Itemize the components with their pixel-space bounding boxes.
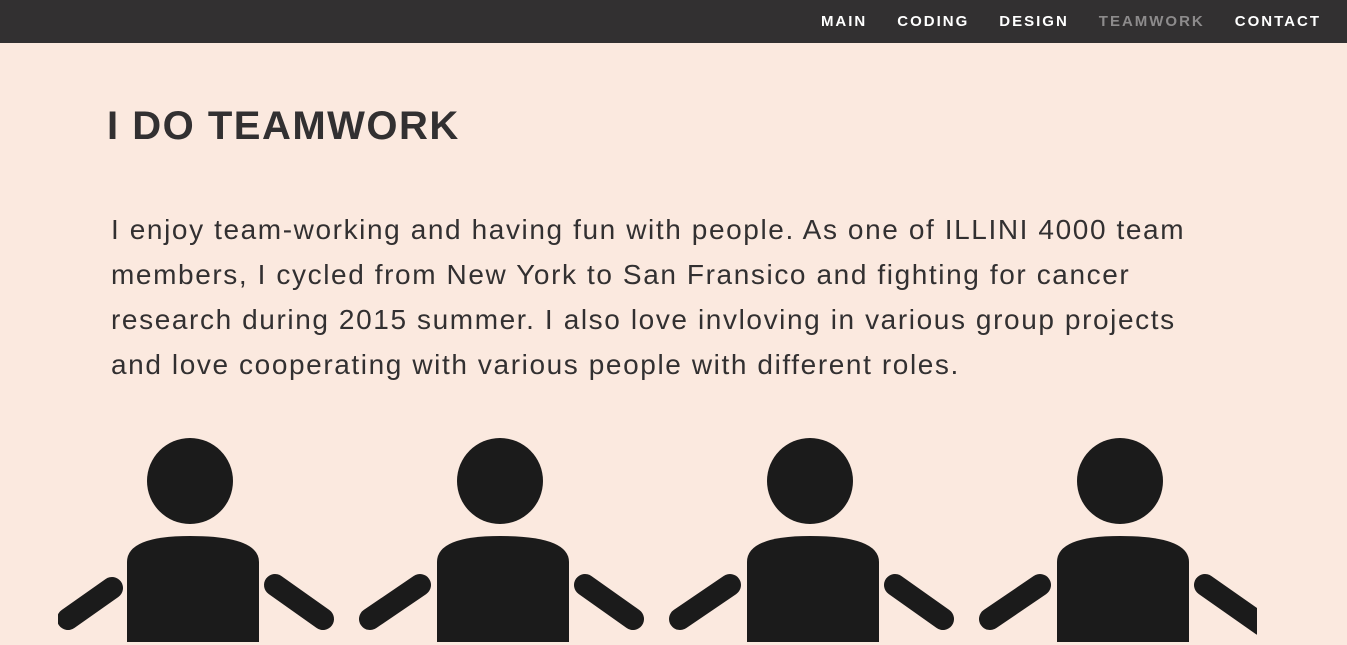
person-figure xyxy=(359,438,644,642)
person-figure xyxy=(979,438,1257,642)
person-figure xyxy=(669,438,954,642)
people-holding-hands-icon xyxy=(58,438,1257,642)
person-figure xyxy=(58,438,334,642)
